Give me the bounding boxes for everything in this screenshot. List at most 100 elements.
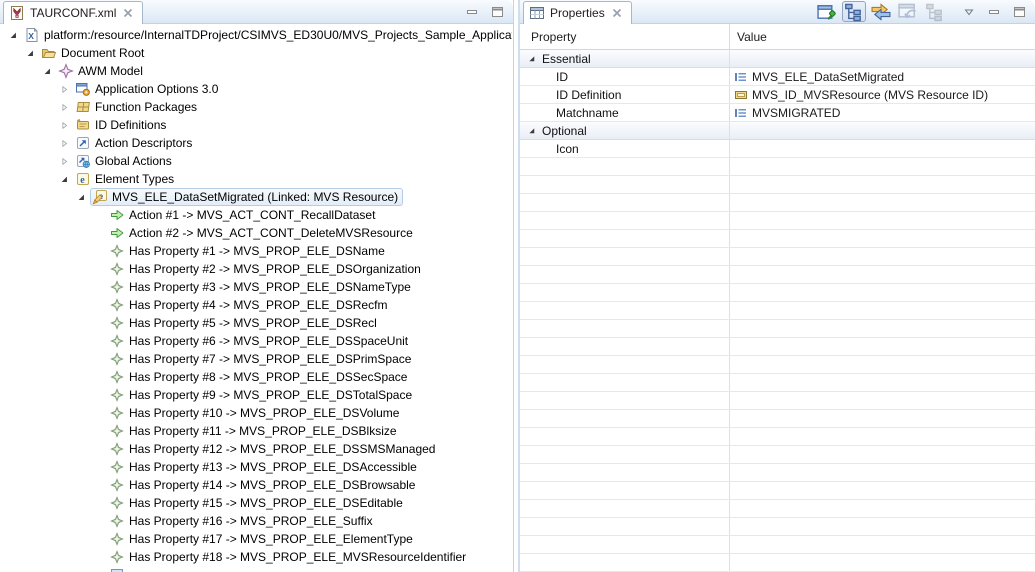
property-category-row[interactable]: Essential	[520, 50, 1035, 68]
tree-item[interactable]: Document Root	[0, 44, 512, 62]
column-header-value[interactable]: Value	[730, 30, 1035, 44]
svg-text:e: e	[80, 175, 85, 186]
tree-item-label: Has Property #14 -> MVS_PROP_ELE_DSBrows…	[129, 478, 415, 492]
property-row[interactable]: ID MVS_ELE_DataSetMigrated	[520, 68, 1035, 86]
empty-property-row	[520, 176, 1035, 194]
empty-property-row	[520, 194, 1035, 212]
tree-item-label: Has Property #4 -> MVS_PROP_ELE_DSRecfm	[129, 298, 387, 312]
property-diamond-icon	[109, 423, 125, 439]
id-definitions-icon	[75, 117, 91, 133]
tree-item[interactable]: Action #1 -> MVS_ACT_CONT_RecallDataset	[0, 206, 512, 224]
expander-expanded-icon[interactable]	[5, 29, 22, 42]
expander-collapsed-icon[interactable]	[56, 137, 73, 150]
empty-property-row	[520, 554, 1035, 572]
tree-item[interactable]: Has Property #12 -> MVS_PROP_ELE_DSSMSMa…	[0, 440, 512, 458]
tree-item[interactable]: AWM Model	[0, 62, 512, 80]
minimize-button[interactable]	[986, 4, 1002, 20]
maximize-button[interactable]	[489, 4, 505, 20]
editor-pane: TAURCONF.xml Xplatform:/resource/Interna…	[0, 0, 514, 572]
tree-item-label: Action Descriptors	[95, 136, 192, 150]
expander-expanded-icon[interactable]	[73, 191, 90, 204]
tree-item-label: Has Property #15 -> MVS_PROP_ELE_DSEdita…	[129, 496, 403, 510]
property-value: MVS_ELE_DataSetMigrated	[752, 70, 904, 84]
pin-view-button[interactable]	[815, 1, 839, 22]
view-menu-chevron-button[interactable]	[961, 4, 977, 20]
empty-property-row	[520, 464, 1035, 482]
tree-item[interactable]: Action #2 -> MVS_ACT_CONT_DeleteMVSResou…	[0, 224, 512, 242]
empty-property-row	[520, 356, 1035, 374]
expander-expanded-icon[interactable]	[22, 47, 39, 60]
expander-expanded-icon[interactable]	[525, 53, 539, 65]
close-icon[interactable]	[610, 6, 624, 20]
property-diamond-icon	[109, 333, 125, 349]
property-value: MVSMIGRATED	[752, 106, 840, 120]
tree-item[interactable]: Has Property #18 -> MVS_PROP_ELE_MVSReso…	[0, 548, 512, 566]
tree-item[interactable]: ID Definitions	[0, 116, 512, 134]
property-category-row[interactable]: Optional	[520, 122, 1035, 140]
tab-properties[interactable]: Properties	[523, 1, 632, 24]
tree-item[interactable]: Has Property #16 -> MVS_PROP_ELE_Suffix	[0, 512, 512, 530]
tab-taurconf-xml[interactable]: TAURCONF.xml	[3, 1, 143, 24]
tree-item[interactable]: Has Property #15 -> MVS_PROP_ELE_DSEdita…	[0, 494, 512, 512]
property-diamond-icon	[109, 243, 125, 259]
tree-item-label: Has Property #10 -> MVS_PROP_ELE_DSVolum…	[129, 406, 399, 420]
tree-item[interactable]: Has Property #9 -> MVS_PROP_ELE_DSTotalS…	[0, 386, 512, 404]
show-advanced-button[interactable]	[869, 1, 893, 22]
expander-collapsed-icon[interactable]	[56, 155, 73, 168]
column-header-property[interactable]: Property	[520, 24, 730, 49]
expander-collapsed-icon[interactable]	[56, 101, 73, 114]
tree-item-label: Action #2 -> MVS_ACT_CONT_DeleteMVSResou…	[129, 226, 413, 240]
tree-item[interactable]: Has Property #1 -> MVS_PROP_ELE_DSName	[0, 242, 512, 260]
element-type-linked-icon: e	[92, 189, 108, 205]
expander-expanded-icon[interactable]	[56, 173, 73, 186]
empty-property-row	[520, 446, 1035, 464]
property-diamond-icon	[109, 387, 125, 403]
tree-item[interactable]: Function Packages	[0, 98, 512, 116]
tree-item[interactable]: eMVS_ELE_DataSetMigrated (Linked: MVS Re…	[0, 188, 512, 206]
tree-item[interactable]	[0, 566, 512, 572]
property-name: ID	[520, 70, 568, 84]
tree-item[interactable]: Has Property #13 -> MVS_PROP_ELE_DSAcces…	[0, 458, 512, 476]
tree-item[interactable]: Action Descriptors	[0, 134, 512, 152]
properties-column-header: Property Value	[520, 24, 1035, 50]
property-row[interactable]: ID DefinitionMVS_ID_MVSResource (MVS Res…	[520, 86, 1035, 104]
expander-collapsed-icon[interactable]	[56, 119, 73, 132]
properties-tab-title: Properties	[550, 6, 605, 20]
show-categories-button[interactable]	[842, 1, 866, 22]
awm-model-tree: Xplatform:/resource/InternalTDProject/CS…	[0, 25, 512, 572]
empty-property-row	[520, 518, 1035, 536]
empty-property-row	[520, 392, 1035, 410]
tree-item[interactable]: Has Property #8 -> MVS_PROP_ELE_DSSecSpa…	[0, 368, 512, 386]
tree-item[interactable]: Has Property #11 -> MVS_PROP_ELE_DSBlksi…	[0, 422, 512, 440]
maximize-button[interactable]	[1011, 4, 1027, 20]
property-diamond-icon	[109, 477, 125, 493]
tree-item[interactable]: Has Property #17 -> MVS_PROP_ELE_Element…	[0, 530, 512, 548]
tree-item[interactable]: Application Options 3.0	[0, 80, 512, 98]
show-original-order-button	[923, 1, 947, 22]
tree-item-label: Action #1 -> MVS_ACT_CONT_RecallDataset	[129, 208, 375, 222]
expander-expanded-icon[interactable]	[525, 125, 539, 137]
property-row[interactable]: Icon	[520, 140, 1035, 158]
tree-item[interactable]: eElement Types	[0, 170, 512, 188]
tree-item[interactable]: Global Actions	[0, 152, 512, 170]
tree-item[interactable]: Has Property #14 -> MVS_PROP_ELE_DSBrows…	[0, 476, 512, 494]
expander-expanded-icon[interactable]	[39, 65, 56, 78]
properties-tabbar: Properties	[520, 0, 1035, 24]
tree-item[interactable]: Has Property #5 -> MVS_PROP_ELE_DSRecl	[0, 314, 512, 332]
close-icon[interactable]	[121, 6, 135, 20]
property-diamond-icon	[109, 513, 125, 529]
expander-collapsed-icon[interactable]	[56, 83, 73, 96]
tree-item-label: AWM Model	[78, 64, 143, 78]
tree-item[interactable]: Xplatform:/resource/InternalTDProject/CS…	[0, 26, 512, 44]
tree-item-label: Has Property #2 -> MVS_PROP_ELE_DSOrgani…	[129, 262, 421, 276]
tree-item[interactable]: Has Property #3 -> MVS_PROP_ELE_DSNameTy…	[0, 278, 512, 296]
property-diamond-icon	[109, 261, 125, 277]
tree-item[interactable]: Has Property #4 -> MVS_PROP_ELE_DSRecfm	[0, 296, 512, 314]
tree-item[interactable]: Has Property #10 -> MVS_PROP_ELE_DSVolum…	[0, 404, 512, 422]
tree-item[interactable]: Has Property #2 -> MVS_PROP_ELE_DSOrgani…	[0, 260, 512, 278]
minimize-button[interactable]	[464, 4, 480, 20]
action-descriptors-icon	[75, 135, 91, 151]
property-row[interactable]: MatchnameMVSMIGRATED	[520, 104, 1035, 122]
tree-item[interactable]: Has Property #6 -> MVS_PROP_ELE_DSSpaceU…	[0, 332, 512, 350]
tree-item[interactable]: Has Property #7 -> MVS_PROP_ELE_DSPrimSp…	[0, 350, 512, 368]
